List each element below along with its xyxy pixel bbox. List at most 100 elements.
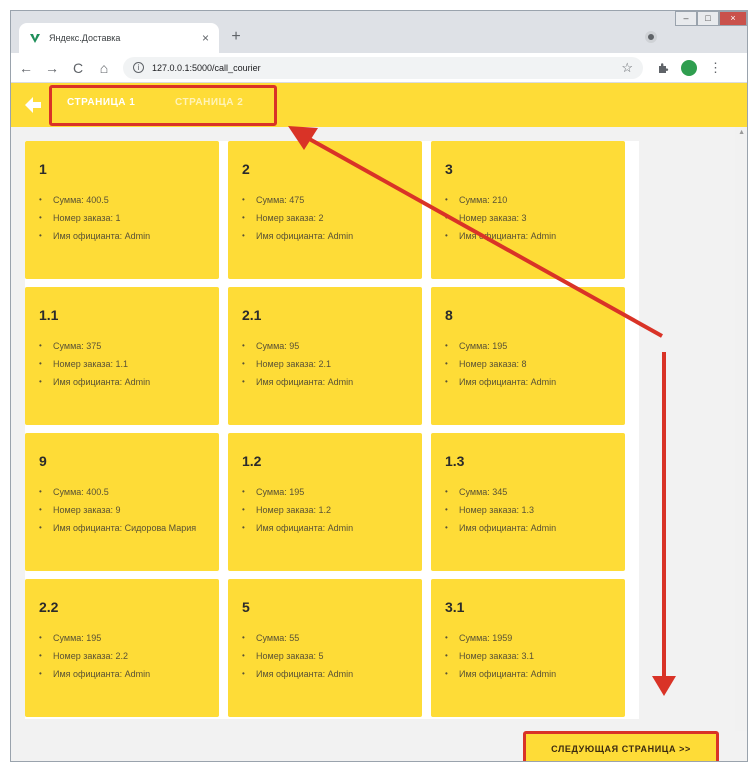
order-card-title: 2.2 <box>39 599 59 615</box>
puzzle-icon[interactable] <box>657 62 669 74</box>
order-detail-item: Сумма: 400.5 <box>39 483 205 501</box>
browser-tab[interactable]: Яндекс.Доставка × <box>19 23 219 53</box>
back-arrow-icon[interactable] <box>23 95 43 115</box>
order-detail-item: Сумма: 375 <box>39 337 205 355</box>
order-detail-item: Имя официанта: Admin <box>39 665 205 683</box>
home-icon[interactable]: ⌂ <box>93 60 115 76</box>
order-detail-item: Номер заказа: 2 <box>242 209 408 227</box>
order-card-title: 2.1 <box>242 307 262 323</box>
order-card-title: 3.1 <box>445 599 465 615</box>
order-detail-item: Имя официанта: Сидорова Мария <box>39 519 205 537</box>
page-viewport: СТРАНИЦА 1 СТРАНИЦА 2 1Сумма: 400.5Номер… <box>11 83 747 761</box>
scrollbar[interactable]: ▲ ▼ <box>735 127 747 761</box>
order-details-list: Сумма: 55Номер заказа: 5Имя официанта: A… <box>242 629 408 683</box>
order-detail-item: Сумма: 55 <box>242 629 408 647</box>
order-detail-item: Имя официанта: Admin <box>445 373 611 391</box>
order-detail-item: Сумма: 475 <box>242 191 408 209</box>
window-controls: – □ × <box>675 11 747 26</box>
order-detail-item: Сумма: 195 <box>445 337 611 355</box>
order-detail-item: Сумма: 195 <box>39 629 205 647</box>
order-details-list: Сумма: 1959Номер заказа: 3.1Имя официант… <box>445 629 611 683</box>
order-detail-item: Сумма: 400.5 <box>39 191 205 209</box>
order-card-title: 3 <box>445 161 453 177</box>
order-detail-item: Сумма: 1959 <box>445 629 611 647</box>
forward-icon[interactable]: → <box>41 60 63 76</box>
next-page-button[interactable]: СЛЕДУЮЩАЯ СТРАНИЦА >> <box>523 731 719 761</box>
order-card-title: 1 <box>39 161 47 177</box>
info-icon[interactable]: i <box>133 62 144 73</box>
order-card[interactable]: 8 Сумма: 195Номер заказа: 8Имя официанта:… <box>431 287 625 425</box>
order-card-title: 1.3 <box>445 453 465 469</box>
yandex-delivery-icon <box>30 34 40 43</box>
order-details-list: Сумма: 345Номер заказа: 1.3Имя официанта… <box>445 483 611 537</box>
order-card[interactable]: 1.2 Сумма: 195Номер заказа: 1.2Имя официа… <box>228 433 422 571</box>
order-detail-item: Номер заказа: 3.1 <box>445 647 611 665</box>
order-card-title: 5 <box>242 599 250 615</box>
app-bar: СТРАНИЦА 1 СТРАНИЦА 2 <box>11 83 747 127</box>
order-detail-item: Номер заказа: 5 <box>242 647 408 665</box>
order-details-list: Сумма: 195Номер заказа: 2.2Имя официанта… <box>39 629 205 683</box>
orders-panel: 1 Сумма: 400.5Номер заказа: 1Имя официант… <box>25 141 639 719</box>
order-detail-item: Имя официанта: Admin <box>39 373 205 391</box>
order-detail-item: Имя официанта: Admin <box>242 227 408 245</box>
bookmark-star-icon[interactable]: ☆ <box>621 60 633 76</box>
order-detail-item: Номер заказа: 1.1 <box>39 355 205 373</box>
orders-grid: 1 Сумма: 400.5Номер заказа: 1Имя официант… <box>25 141 625 717</box>
order-detail-item: Имя официанта: Admin <box>39 227 205 245</box>
new-tab-button[interactable]: + <box>225 26 247 48</box>
back-icon[interactable]: ← <box>15 60 37 76</box>
order-detail-item: Имя официанта: Admin <box>242 519 408 537</box>
tab-strip: Яндекс.Доставка × + – □ × <box>11 11 747 53</box>
address-bar[interactable]: i 127.0.0.1:5000/call_courier ☆ <box>123 56 643 79</box>
order-details-list: Сумма: 195Номер заказа: 8Имя официанта: … <box>445 337 611 391</box>
close-tab-icon[interactable]: × <box>202 31 209 45</box>
order-detail-item: Сумма: 345 <box>445 483 611 501</box>
order-detail-item: Номер заказа: 8 <box>445 355 611 373</box>
order-card-title: 9 <box>39 453 47 469</box>
scroll-up-icon[interactable]: ▲ <box>738 129 745 136</box>
avatar[interactable] <box>681 59 697 76</box>
order-card[interactable]: 1.1 Сумма: 375Номер заказа: 1.1Имя официа… <box>25 287 219 425</box>
order-detail-item: Сумма: 210 <box>445 191 611 209</box>
order-detail-item: Имя официанта: Admin <box>242 665 408 683</box>
order-detail-item: Сумма: 195 <box>242 483 408 501</box>
tab-title: Яндекс.Доставка <box>49 33 121 43</box>
toolbar-right: ⋮ <box>657 59 722 76</box>
order-card[interactable]: 2 Сумма: 475Номер заказа: 2Имя официанта:… <box>228 141 422 279</box>
order-detail-item: Номер заказа: 2.1 <box>242 355 408 373</box>
browser-toolbar: ← → C ⌂ i 127.0.0.1:5000/call_courier ☆ … <box>11 53 747 83</box>
record-icon[interactable] <box>645 31 657 43</box>
order-details-list: Сумма: 210Номер заказа: 3Имя официанта: … <box>445 191 611 245</box>
order-details-list: Сумма: 400.5Номер заказа: 1Имя официанта… <box>39 191 205 245</box>
order-card-title: 8 <box>445 307 453 323</box>
order-detail-item: Номер заказа: 1.3 <box>445 501 611 519</box>
order-details-list: Сумма: 375Номер заказа: 1.1Имя официанта… <box>39 337 205 391</box>
order-details-list: Сумма: 95Номер заказа: 2.1Имя официанта:… <box>242 337 408 391</box>
maximize-button[interactable]: □ <box>697 11 719 26</box>
minimize-button[interactable]: – <box>675 11 697 26</box>
order-detail-item: Номер заказа: 9 <box>39 501 205 519</box>
order-card[interactable]: 2.1 Сумма: 95Номер заказа: 2.1Имя официан… <box>228 287 422 425</box>
menu-dots-icon[interactable]: ⋮ <box>709 60 722 76</box>
order-card[interactable]: 3.1 Сумма: 1959Номер заказа: 3.1Имя офици… <box>431 579 625 717</box>
order-card[interactable]: 1 Сумма: 400.5Номер заказа: 1Имя официант… <box>25 141 219 279</box>
reload-icon[interactable]: C <box>67 60 89 76</box>
order-details-list: Сумма: 475Номер заказа: 2Имя официанта: … <box>242 191 408 245</box>
order-card[interactable]: 5 Сумма: 55Номер заказа: 5Имя официанта: … <box>228 579 422 717</box>
order-detail-item: Имя официанта: Admin <box>445 519 611 537</box>
order-card-title: 1.2 <box>242 453 262 469</box>
order-detail-item: Сумма: 95 <box>242 337 408 355</box>
order-detail-item: Номер заказа: 1.2 <box>242 501 408 519</box>
order-card[interactable]: 3 Сумма: 210Номер заказа: 3Имя официанта:… <box>431 141 625 279</box>
order-card[interactable]: 2.2 Сумма: 195Номер заказа: 2.2Имя официа… <box>25 579 219 717</box>
url-text[interactable]: 127.0.0.1:5000/call_courier <box>152 63 621 73</box>
order-details-list: Сумма: 400.5Номер заказа: 9Имя официанта… <box>39 483 205 537</box>
order-detail-item: Номер заказа: 2.2 <box>39 647 205 665</box>
order-card-title: 2 <box>242 161 250 177</box>
close-window-button[interactable]: × <box>719 11 747 26</box>
order-card[interactable]: 1.3 Сумма: 345Номер заказа: 1.3Имя официа… <box>431 433 625 571</box>
annotation-box-tabs <box>49 85 277 126</box>
order-details-list: Сумма: 195Номер заказа: 1.2Имя официанта… <box>242 483 408 537</box>
order-card[interactable]: 9 Сумма: 400.5Номер заказа: 9Имя официант… <box>25 433 219 571</box>
order-card-title: 1.1 <box>39 307 59 323</box>
